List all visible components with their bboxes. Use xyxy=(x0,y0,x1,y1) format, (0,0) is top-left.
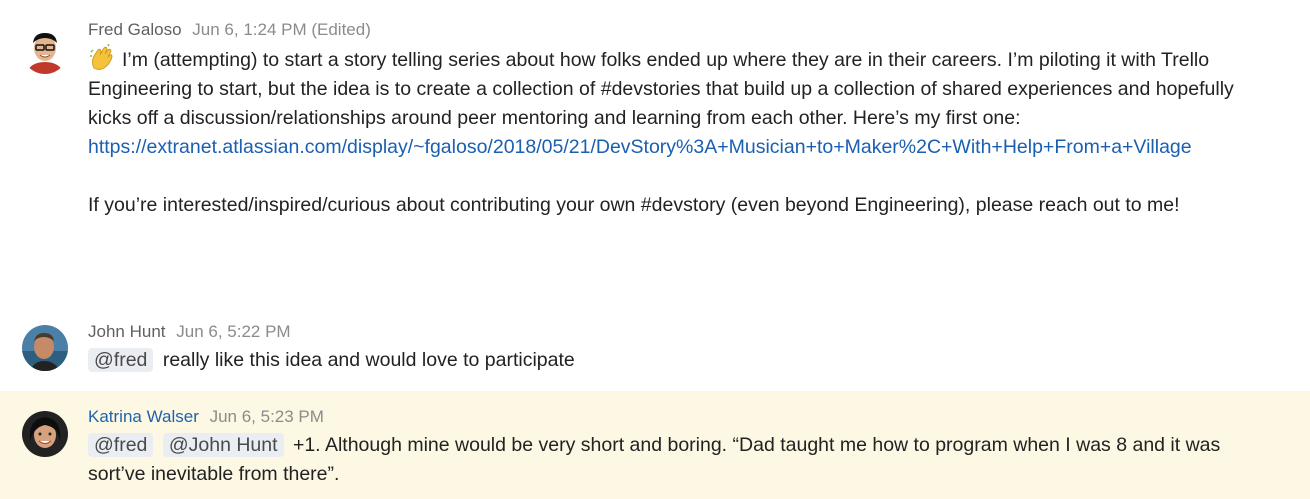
message-john: John Hunt Jun 6, 5:22 PM @fred really li… xyxy=(0,305,1310,391)
mention-fred[interactable]: @fred xyxy=(88,433,154,457)
message-body: @fred @John Hunt +1. Although mine would… xyxy=(88,431,1270,489)
timestamp[interactable]: Jun 6, 1:24 PM (Edited) xyxy=(192,20,371,39)
message-fred: Fred Galoso Jun 6, 1:24 PM (Edited) I’m … xyxy=(0,0,1310,305)
message-text: I’m (attempting) to start a story tellin… xyxy=(88,49,1234,129)
author-name[interactable]: Fred Galoso xyxy=(88,20,182,39)
message-katrina: Katrina Walser Jun 6, 5:23 PM @fred @Joh… xyxy=(0,391,1310,499)
avatar-john[interactable] xyxy=(22,325,68,371)
avatar-katrina[interactable] xyxy=(22,411,68,457)
timestamp[interactable]: Jun 6, 5:22 PM xyxy=(176,322,290,341)
message-feed: Fred Galoso Jun 6, 1:24 PM (Edited) I’m … xyxy=(0,0,1310,499)
message-text: If you’re interested/inspired/curious ab… xyxy=(88,194,1180,216)
message-text: really like this idea and would love to … xyxy=(162,349,575,371)
mention-john-hunt[interactable]: @John Hunt xyxy=(162,433,284,457)
author-name[interactable]: John Hunt xyxy=(88,322,166,341)
message-meta: John Hunt Jun 6, 5:22 PM xyxy=(88,322,1270,342)
timestamp[interactable]: Jun 6, 5:23 PM xyxy=(210,407,324,426)
clapping-hands-icon xyxy=(88,43,116,72)
message-meta: Katrina Walser Jun 6, 5:23 PM xyxy=(88,407,1270,427)
message-body: @fred really like this idea and would lo… xyxy=(88,346,1270,375)
mention-fred[interactable]: @fred xyxy=(88,348,154,372)
avatar-fred[interactable] xyxy=(22,28,68,74)
devstory-link[interactable]: https://extranet.atlassian.com/display/~… xyxy=(88,136,1192,158)
author-name[interactable]: Katrina Walser xyxy=(88,407,199,426)
message-meta: Fred Galoso Jun 6, 1:24 PM (Edited) xyxy=(88,20,1270,40)
message-body: I’m (attempting) to start a story tellin… xyxy=(88,43,1270,220)
